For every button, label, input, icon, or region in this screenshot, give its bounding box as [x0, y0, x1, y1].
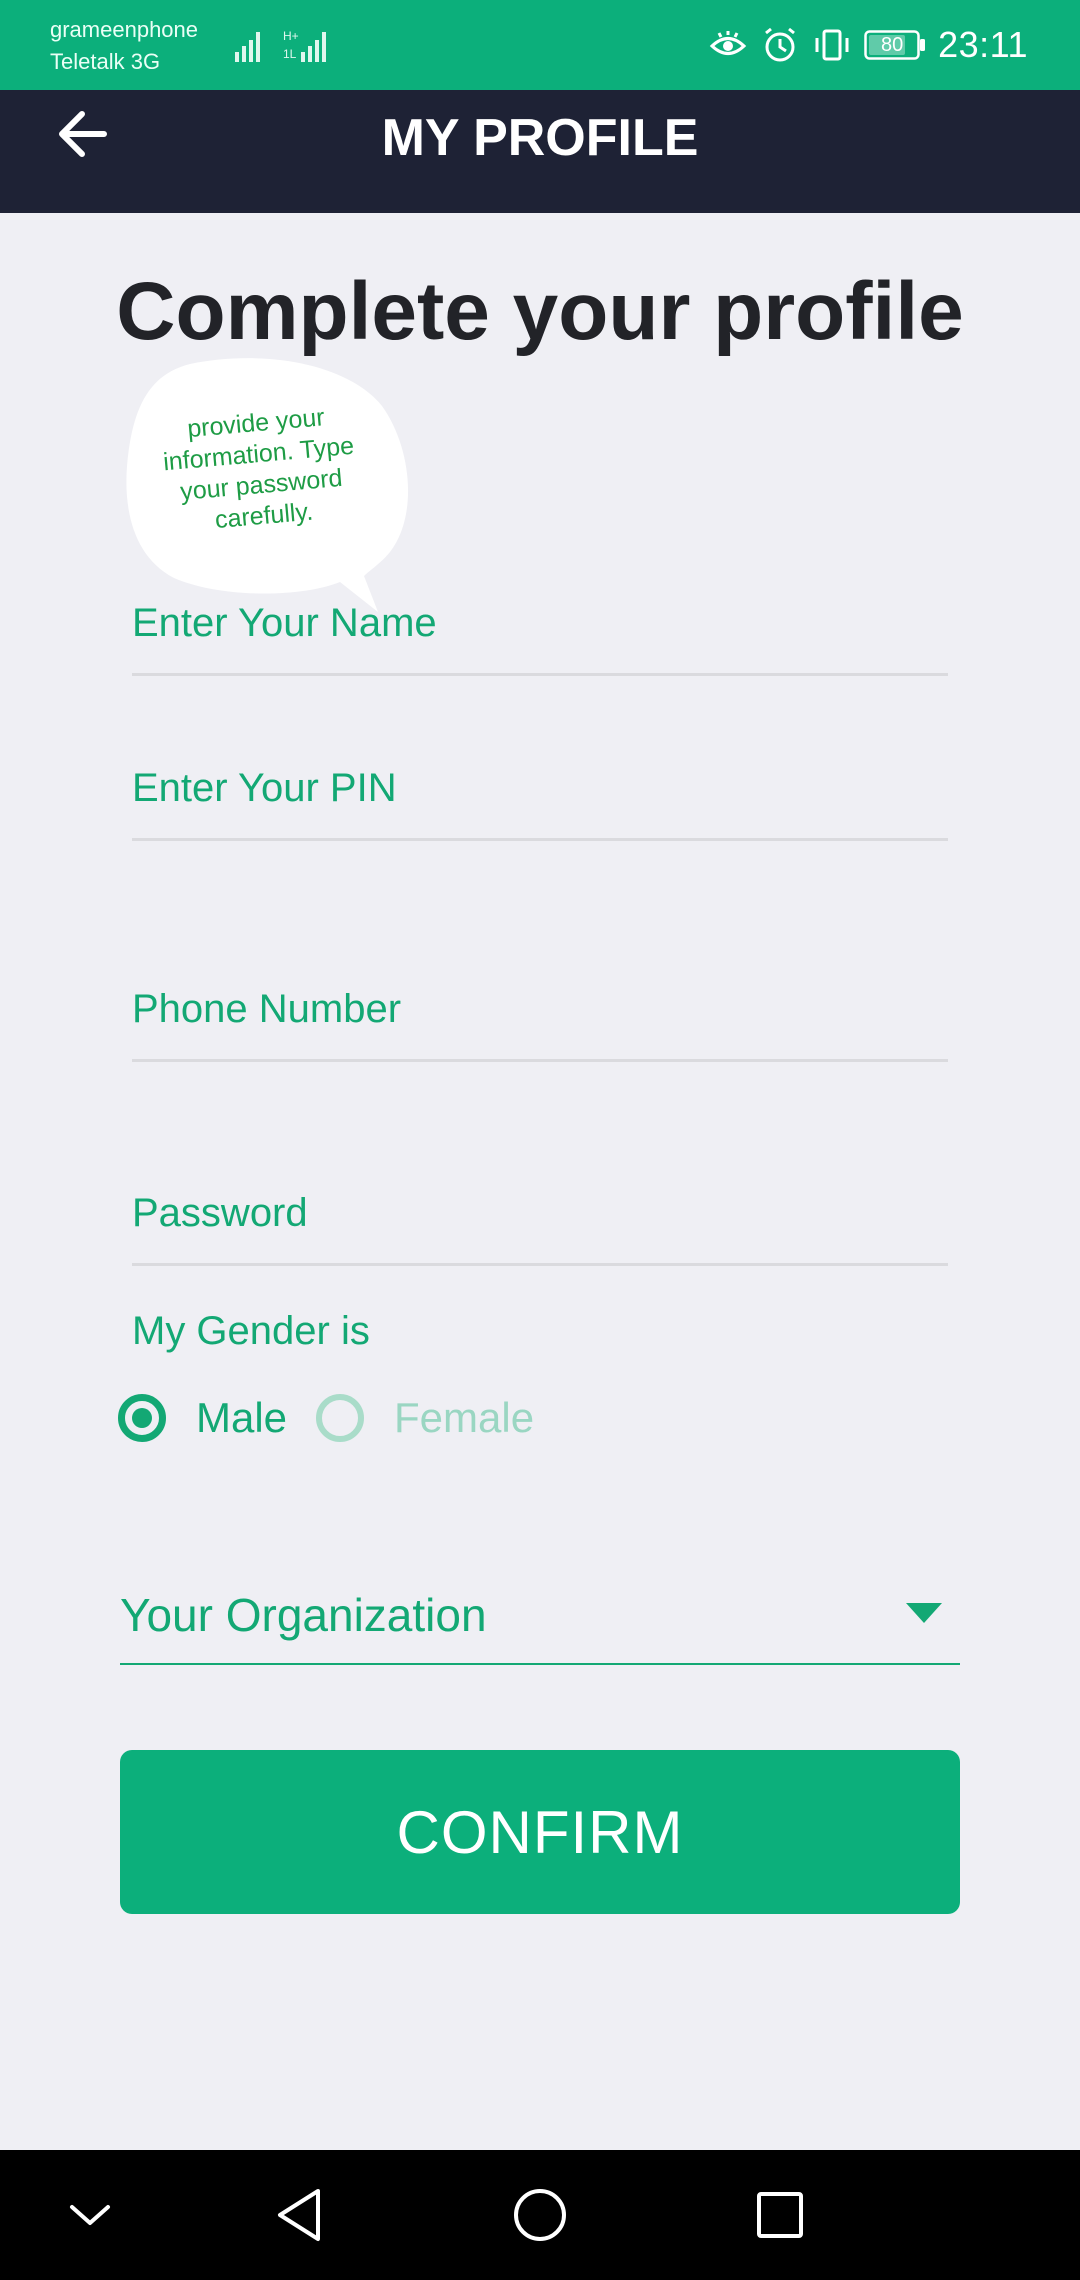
clock: 23:11	[938, 24, 1028, 65]
gender-male-radio[interactable]: Male	[118, 1387, 287, 1449]
gender-male-label: Male	[196, 1394, 288, 1441]
organization-dropdown[interactable]: Your Organization	[120, 1585, 960, 1665]
name-field-placeholder: Enter Your Name	[132, 601, 437, 645]
home-circle-icon	[514, 2189, 566, 2241]
organization-placeholder: Your Organization	[120, 1589, 487, 1641]
password-field[interactable]: Password	[132, 1185, 948, 1266]
back-triangle-icon	[278, 2189, 320, 2241]
carrier-primary: grameenphone	[50, 17, 199, 42]
nav-back-button[interactable]	[260, 2175, 340, 2255]
nav-collapse-button[interactable]	[50, 2175, 130, 2255]
app-bar: MY PROFILE	[0, 90, 1080, 213]
system-navigation-bar	[0, 2150, 1080, 2280]
radio-checked-icon	[118, 1394, 166, 1442]
phone-field[interactable]: Phone Number	[132, 981, 948, 1062]
radio-unchecked-icon	[316, 1394, 364, 1442]
caret-down-icon	[906, 1603, 942, 1623]
phone-field-placeholder: Phone Number	[132, 987, 402, 1031]
status-bar: grameenphone Teletalk 3G H+ 1L 80 23:11	[0, 0, 1080, 90]
confirm-button[interactable]: CONFIRM	[120, 1750, 960, 1914]
gender-female-radio[interactable]: Female	[316, 1387, 534, 1449]
battery-icon: 80	[864, 30, 926, 60]
svg-text:H+: H+	[283, 29, 299, 43]
status-icons: 80 23:11	[708, 18, 1028, 72]
signal-strength-icon: H+ 1L	[235, 29, 326, 62]
recents-square-icon	[757, 2192, 803, 2238]
app-bar-title: MY PROFILE	[381, 109, 699, 167]
gender-female-label: Female	[394, 1394, 535, 1441]
nav-home-button[interactable]	[500, 2175, 580, 2255]
eye-comfort-icon	[709, 31, 747, 55]
page-title: Complete your profile	[116, 266, 964, 357]
battery-level: 80	[880, 34, 904, 56]
vibrate-icon	[815, 29, 849, 61]
svg-text:1L: 1L	[283, 47, 297, 61]
name-field[interactable]: Enter Your Name	[132, 595, 948, 676]
carrier-secondary: Teletalk 3G	[50, 49, 161, 74]
gender-label: My Gender is	[132, 1309, 370, 1353]
chevron-down-icon	[70, 2205, 110, 2225]
alarm-icon	[765, 27, 796, 62]
nav-recents-button[interactable]	[740, 2175, 820, 2255]
pin-field-placeholder: Enter Your PIN	[132, 766, 397, 810]
pin-field[interactable]: Enter Your PIN	[132, 760, 948, 841]
bubble-hint-text: provide your information. Type your pass…	[162, 403, 356, 535]
carrier-info: grameenphone Teletalk 3G	[50, 14, 198, 78]
password-field-placeholder: Password	[132, 1191, 308, 1235]
